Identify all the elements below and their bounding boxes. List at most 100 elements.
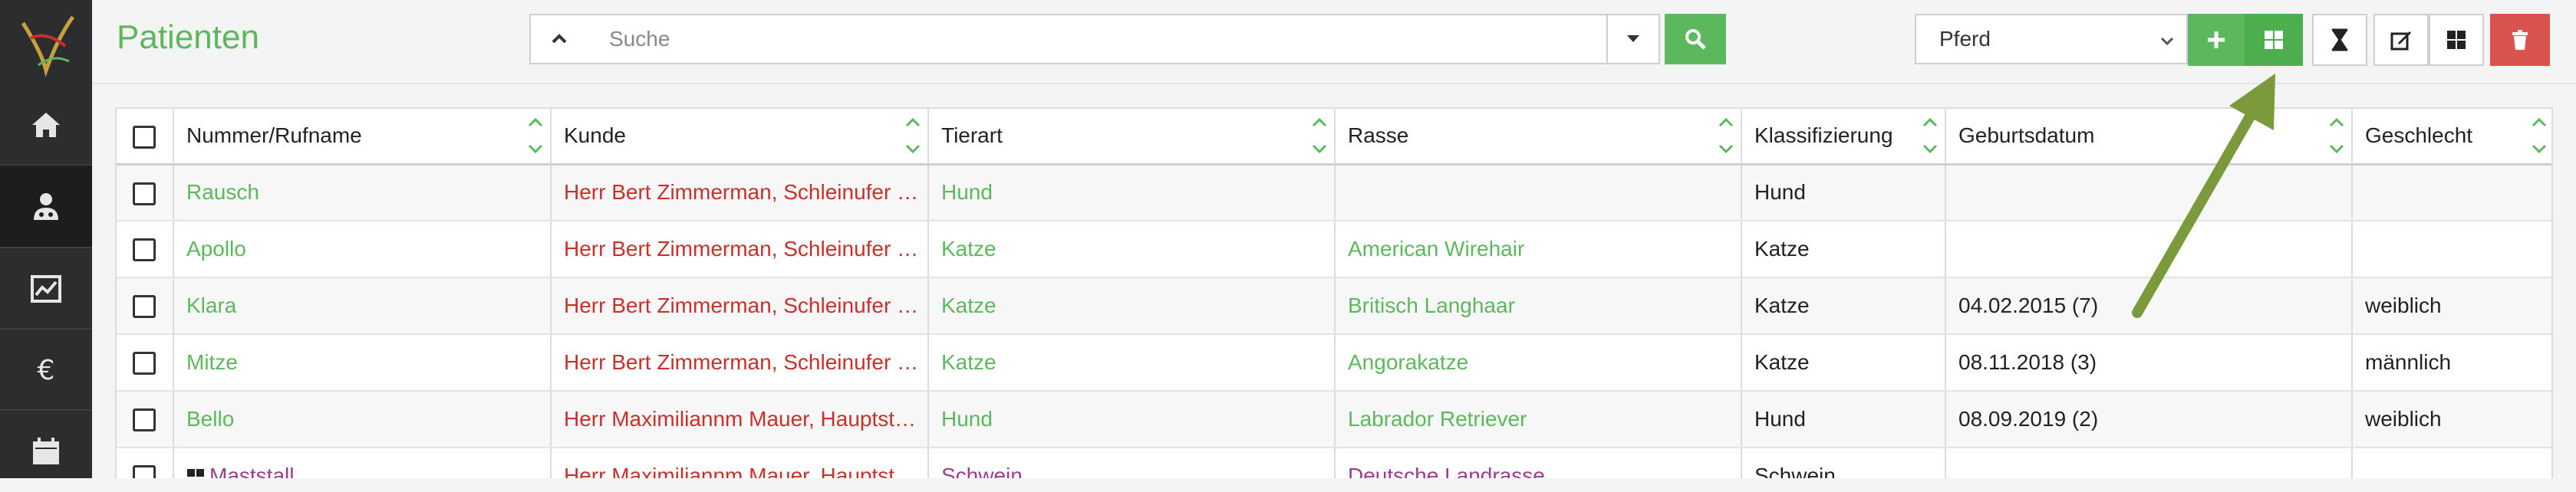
sort-icon[interactable] — [2328, 116, 2345, 155]
table-row[interactable]: Mitze Herr Bert Zimmerman, Schleinufer …… — [117, 334, 2553, 391]
page-title: Patienten — [117, 18, 259, 57]
column-header-classification[interactable]: Klassifizierung — [1741, 109, 1945, 164]
customer-link[interactable]: Herr Bert Zimmerman, Schleinufer … — [551, 277, 928, 334]
table-row[interactable]: Rausch Herr Bert Zimmerman, Schleinufer … — [117, 164, 2553, 221]
species-cell[interactable]: Katze — [928, 334, 1335, 391]
row-select-cell — [117, 391, 173, 448]
row-checkbox[interactable] — [133, 182, 156, 205]
add-patient-button[interactable] — [2188, 14, 2245, 66]
birthdate-cell — [1945, 221, 2352, 277]
table-row[interactable]: Klara Herr Bert Zimmerman, Schleinufer …… — [117, 277, 2553, 334]
row-checkbox[interactable] — [133, 295, 156, 318]
patients-table: Nummer/Rufname Kunde Tierart Rasse Klass… — [115, 107, 2553, 478]
table-row[interactable]: Bello Herr Maximiliannm Mauer, Hauptst… … — [117, 391, 2553, 448]
species-cell[interactable]: Katze — [928, 221, 1335, 277]
caret-down-icon — [1626, 34, 1640, 44]
breed-cell[interactable]: Deutsche Landrasse — [1335, 448, 1741, 478]
species-cell[interactable]: Hund — [928, 391, 1335, 448]
column-header-customer[interactable]: Kunde — [551, 109, 928, 164]
select-all-checkbox[interactable] — [133, 126, 156, 149]
row-checkbox[interactable] — [133, 352, 156, 375]
species-cell[interactable]: Schwein — [928, 448, 1335, 478]
row-checkbox[interactable] — [133, 465, 156, 478]
sidebar: € — [0, 0, 92, 478]
classification-cell: Hund — [1741, 391, 1945, 448]
sort-icon[interactable] — [1922, 116, 1939, 155]
patient-name-link[interactable]: Bello — [173, 391, 551, 448]
gender-cell — [2352, 164, 2553, 221]
sort-icon[interactable] — [904, 116, 921, 155]
customer-link[interactable]: Herr Bert Zimmerman, Schleinufer … — [551, 164, 928, 221]
hourglass-icon — [2330, 28, 2350, 51]
search-button[interactable] — [1665, 14, 1726, 64]
birthdate-cell: 04.02.2015 (7) — [1945, 277, 2352, 334]
column-header-breed[interactable]: Rasse — [1335, 109, 1741, 164]
edit-button[interactable] — [2373, 14, 2429, 66]
grid-icon — [2446, 29, 2467, 51]
search-input[interactable]: Suche — [588, 14, 1608, 64]
column-header-number[interactable]: Nummer/Rufname — [173, 109, 551, 164]
gender-cell: weiblich — [2352, 277, 2553, 334]
row-checkbox[interactable] — [133, 238, 156, 261]
table-row[interactable]: Maststall Herr Maximiliannm Mauer, Haupt… — [117, 448, 2553, 478]
customer-link[interactable]: Herr Bert Zimmerman, Schleinufer … — [551, 221, 928, 277]
classification-cell: Hund — [1741, 164, 1945, 221]
row-checkbox[interactable] — [133, 408, 156, 431]
row-select-cell — [117, 164, 173, 221]
group-view-button[interactable] — [2245, 14, 2303, 66]
logo-icon[interactable] — [0, 0, 92, 84]
sidebar-item-reports[interactable] — [0, 248, 92, 330]
column-header-gender[interactable]: Geschlecht — [2352, 109, 2553, 164]
column-header-birthdate[interactable]: Geburtsdatum — [1945, 109, 2352, 164]
sidebar-item-finance[interactable]: € — [0, 330, 92, 411]
sidebar-item-patients[interactable] — [0, 166, 92, 247]
species-cell[interactable]: Hund — [928, 164, 1335, 221]
chart-icon — [29, 272, 63, 306]
delete-button[interactable] — [2490, 14, 2550, 66]
breed-cell[interactable]: Labrador Retriever — [1335, 391, 1741, 448]
species-cell[interactable]: Katze — [928, 277, 1335, 334]
patient-name-link[interactable]: Rausch — [173, 164, 551, 221]
customer-link[interactable]: Herr Maximiliannm Mauer, Hauptst… — [551, 448, 928, 478]
birthdate-cell: 08.09.2019 (2) — [1945, 391, 2352, 448]
gender-cell: weiblich — [2352, 391, 2553, 448]
table-row[interactable]: Apollo Herr Bert Zimmerman, Schleinufer … — [117, 221, 2553, 277]
species-filter-value: Pferd — [1939, 27, 1991, 51]
history-button[interactable] — [2312, 14, 2367, 66]
birthdate-cell — [1945, 448, 2352, 478]
classification-cell: Schwein — [1741, 448, 1945, 478]
patient-name-link[interactable]: Apollo — [173, 221, 551, 277]
sort-icon[interactable] — [527, 116, 544, 155]
plus-icon — [2205, 29, 2227, 51]
search-options-button[interactable] — [1606, 14, 1660, 64]
birthdate-cell: 08.11.2018 (3) — [1945, 334, 2352, 391]
species-filter-select[interactable]: Pferd — [1915, 14, 2188, 64]
breed-cell[interactable]: Britisch Langhaar — [1335, 277, 1741, 334]
group-icon — [186, 468, 205, 478]
column-header-species[interactable]: Tierart — [928, 109, 1335, 164]
search-group: Suche — [529, 14, 1726, 66]
breed-cell[interactable] — [1335, 164, 1741, 221]
chevron-down-icon — [2159, 32, 2176, 49]
layout-button[interactable] — [2429, 14, 2484, 66]
row-select-cell — [117, 448, 173, 478]
sidebar-item-home[interactable] — [0, 84, 92, 166]
classification-cell: Katze — [1741, 334, 1945, 391]
patient-name-link[interactable]: Mitze — [173, 334, 551, 391]
trash-icon — [2511, 29, 2529, 51]
customer-link[interactable]: Herr Maximiliannm Mauer, Hauptst… — [551, 391, 928, 448]
collapse-button[interactable] — [529, 14, 589, 64]
classification-cell: Katze — [1741, 277, 1945, 334]
patient-name-link[interactable]: Klara — [173, 277, 551, 334]
sort-icon[interactable] — [1718, 116, 1734, 155]
patient-name-link[interactable]: Maststall — [173, 448, 551, 478]
calendar-icon — [29, 435, 63, 468]
sidebar-item-calendar[interactable] — [0, 411, 92, 492]
sort-icon[interactable] — [1311, 116, 1328, 155]
breed-cell[interactable]: American Wirehair — [1335, 221, 1741, 277]
breed-cell[interactable]: Angorakatze — [1335, 334, 1741, 391]
customer-link[interactable]: Herr Bert Zimmerman, Schleinufer … — [551, 334, 928, 391]
sort-icon[interactable] — [2531, 116, 2548, 155]
home-icon — [29, 108, 63, 142]
select-all-cell — [117, 109, 173, 164]
